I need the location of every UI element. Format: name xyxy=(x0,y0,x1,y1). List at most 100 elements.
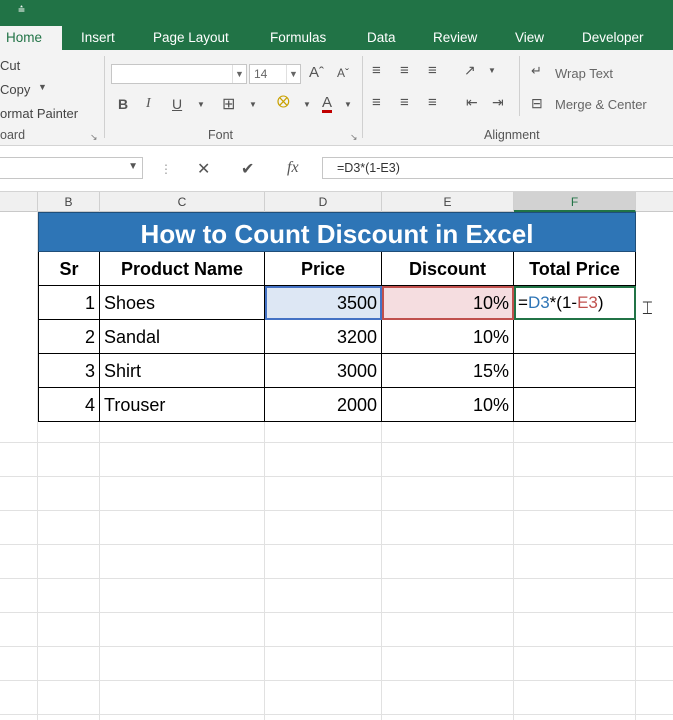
cell-discount[interactable]: 10% xyxy=(382,320,514,354)
cell-price[interactable]: 2000 xyxy=(265,388,382,422)
cell-product[interactable]: Shirt xyxy=(100,354,265,388)
copy-dropdown-icon[interactable]: ▼ xyxy=(38,82,47,92)
font-color-icon[interactable]: A xyxy=(322,95,333,113)
cut-button[interactable]: Cut xyxy=(0,58,20,73)
fill-color-icon[interactable]: ⭙ xyxy=(277,94,290,112)
column-header-c[interactable]: C xyxy=(100,192,265,212)
increase-indent-icon[interactable]: ⇥ xyxy=(492,94,504,111)
align-center-icon[interactable]: ≡ xyxy=(400,94,409,111)
header-total-price[interactable]: Total Price xyxy=(514,252,636,286)
middle-align-icon[interactable]: ≡ xyxy=(400,62,409,79)
align-left-icon[interactable]: ≡ xyxy=(372,94,381,111)
ribbon-separator xyxy=(519,56,520,116)
header-product-name[interactable]: Product Name xyxy=(100,252,265,286)
header-discount[interactable]: Discount xyxy=(382,252,514,286)
copy-button[interactable]: Copy xyxy=(0,82,30,97)
chevron-down-icon[interactable]: ▼ xyxy=(232,65,246,83)
borders-dropdown-icon[interactable]: ▼ xyxy=(249,100,257,109)
ribbon-separator xyxy=(362,56,363,138)
cell-sr[interactable]: 3 xyxy=(38,354,100,388)
cell-total-price[interactable] xyxy=(514,320,636,354)
tab-review[interactable]: Review xyxy=(427,26,483,50)
clipboard-launcher-icon[interactable]: ↘ xyxy=(90,132,98,143)
bottom-align-icon[interactable]: ≡ xyxy=(428,62,437,79)
orientation-dropdown-icon[interactable]: ▼ xyxy=(488,66,496,75)
underline-dropdown-icon[interactable]: ▼ xyxy=(197,100,205,109)
column-header-e[interactable]: E xyxy=(382,192,514,212)
tab-formulas[interactable]: Formulas xyxy=(264,26,332,50)
format-painter-button[interactable]: ormat Painter xyxy=(0,106,78,121)
column-headers: B C D E F xyxy=(0,192,673,212)
decrease-indent-icon[interactable]: ⇤ xyxy=(466,94,478,111)
cell-total-price[interactable] xyxy=(514,354,636,388)
tab-page-layout[interactable]: Page Layout xyxy=(147,26,235,50)
gridline xyxy=(0,544,673,545)
fill-dropdown-icon[interactable]: ▼ xyxy=(303,100,311,109)
ribbon-home: Cut Copy ▼ ormat Painter oard ↘ ▼ 14 ▼ A… xyxy=(0,50,673,146)
cell-discount-reference[interactable]: 10% xyxy=(382,286,514,320)
increase-font-icon[interactable]: Aˆ xyxy=(309,64,324,81)
cell-total-price[interactable] xyxy=(514,388,636,422)
underline-icon[interactable]: U xyxy=(172,96,182,112)
chevron-down-icon[interactable]: ▼ xyxy=(286,65,300,83)
font-name-combo[interactable]: ▼ xyxy=(111,64,247,84)
gridline xyxy=(0,646,673,647)
quick-access-arrow-icon[interactable]: ⩮ xyxy=(18,2,25,17)
drag-handle-icon[interactable]: ⋮ xyxy=(160,162,172,176)
wrap-text-icon[interactable]: ↵ xyxy=(531,63,542,79)
top-align-icon[interactable]: ≡ xyxy=(372,62,381,79)
cell-sr[interactable]: 1 xyxy=(38,286,100,320)
cell-price[interactable]: 3000 xyxy=(265,354,382,388)
formula-ref-e3: E3 xyxy=(577,293,598,312)
header-price[interactable]: Price xyxy=(265,252,382,286)
decrease-font-icon[interactable]: Aˇ xyxy=(337,66,349,80)
gridline xyxy=(0,714,673,715)
cell-price[interactable]: 3200 xyxy=(265,320,382,354)
column-header-b[interactable]: B xyxy=(38,192,100,212)
excel-window: ⩮ Home Insert Page Layout Formulas Data … xyxy=(0,0,673,720)
name-box[interactable]: ▼ xyxy=(0,157,143,179)
column-header-g[interactable] xyxy=(636,192,673,212)
bold-icon[interactable]: B xyxy=(118,96,128,112)
worksheet-grid[interactable]: How to Count Discount in Excel Sr Produc… xyxy=(0,212,673,720)
column-header-f[interactable]: F xyxy=(514,192,636,212)
active-cell-total-price[interactable]: =D3*(1-E3) xyxy=(514,286,636,320)
cell-sr[interactable]: 2 xyxy=(38,320,100,354)
formula-end: ) xyxy=(597,293,604,312)
column-header-blank[interactable] xyxy=(0,192,38,212)
gridline xyxy=(0,680,673,681)
tab-view[interactable]: View xyxy=(509,26,550,50)
tab-data[interactable]: Data xyxy=(361,26,402,50)
chevron-down-icon[interactable]: ▼ xyxy=(128,161,138,172)
cell-product[interactable]: Trouser xyxy=(100,388,265,422)
italic-icon[interactable]: I xyxy=(146,96,151,112)
merge-center-button[interactable]: Merge & Center xyxy=(555,97,647,112)
wrap-text-button[interactable]: Wrap Text xyxy=(555,66,613,81)
merge-center-icon[interactable]: ⊟ xyxy=(531,95,543,112)
cell-discount[interactable]: 15% xyxy=(382,354,514,388)
header-sr[interactable]: Sr xyxy=(38,252,100,286)
cancel-icon[interactable]: ✕ xyxy=(197,159,210,179)
tab-insert[interactable]: Insert xyxy=(75,26,121,50)
cell-price-reference[interactable]: 3500 xyxy=(265,286,382,320)
gridline xyxy=(0,510,673,511)
font-size-combo[interactable]: 14 ▼ xyxy=(249,64,301,84)
cell-discount[interactable]: 10% xyxy=(382,388,514,422)
formula-input[interactable]: =D3*(1-E3) xyxy=(322,157,673,179)
sheet-title-banner[interactable]: How to Count Discount in Excel xyxy=(38,212,636,252)
enter-icon[interactable]: ✔ xyxy=(241,159,254,179)
cell-sr[interactable]: 4 xyxy=(38,388,100,422)
text-cursor-icon: ⌶ xyxy=(642,298,653,318)
borders-icon[interactable]: ⊞ xyxy=(222,94,235,114)
cell-product[interactable]: Shoes xyxy=(100,286,265,320)
title-bar: ⩮ xyxy=(0,0,673,26)
orientation-icon[interactable]: ↗ xyxy=(464,62,476,79)
align-right-icon[interactable]: ≡ xyxy=(428,94,437,111)
tab-developer[interactable]: Developer xyxy=(576,26,650,50)
insert-function-icon[interactable]: fx xyxy=(287,159,299,177)
tab-home[interactable]: Home xyxy=(0,26,62,50)
font-color-dropdown-icon[interactable]: ▼ xyxy=(344,100,352,109)
column-header-d[interactable]: D xyxy=(265,192,382,212)
cell-product[interactable]: Sandal xyxy=(100,320,265,354)
font-launcher-icon[interactable]: ↘ xyxy=(350,132,358,143)
